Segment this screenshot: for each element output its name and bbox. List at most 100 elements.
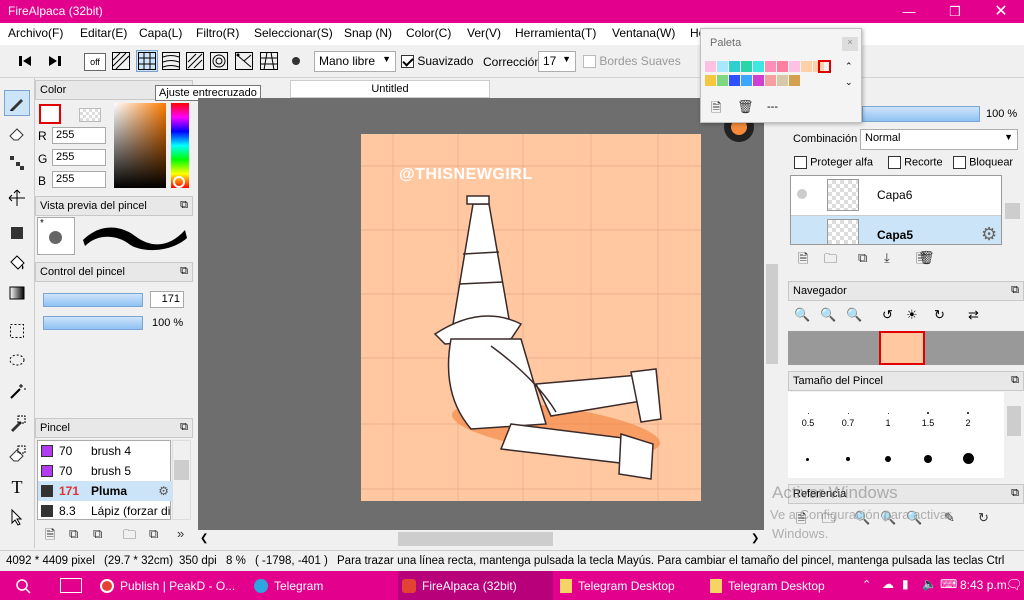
snap-curve-icon[interactable] [160, 50, 182, 72]
smooth-toggle[interactable]: Suavizado [401, 54, 473, 69]
operation-tool-icon[interactable] [4, 504, 30, 530]
taskbar-item-telegram-desktop-1[interactable]: Telegram Desktop [556, 571, 704, 600]
undock-icon[interactable]: ⧉ [1011, 374, 1019, 387]
gradient-tool-icon[interactable] [4, 280, 30, 306]
snap-off-button[interactable]: off [84, 53, 106, 71]
blend-mode-select[interactable]: Normal ▼ [860, 129, 1018, 150]
size-cell-0-5[interactable]: 0.5 [788, 392, 828, 430]
duplicate-layer-icon[interactable]: ⧉ [858, 250, 867, 266]
palette-close-button[interactable]: × [842, 37, 858, 51]
menu-capa[interactable]: Capa(L) [139, 26, 182, 40]
palette-swatch[interactable] [777, 61, 788, 72]
scroll-thumb[interactable] [174, 460, 189, 480]
drawing-canvas[interactable]: @THISNEWGIRL [361, 134, 701, 501]
size-cell-0-7[interactable]: 0.7 [828, 392, 868, 430]
brush-size-slider[interactable] [43, 293, 143, 307]
menu-color[interactable]: Color(C) [406, 26, 451, 40]
g-input[interactable]: 255 [52, 149, 106, 166]
undock-icon[interactable]: ⧉ [180, 265, 188, 278]
size-dot-large[interactable] [806, 458, 809, 461]
new-brush-icon[interactable]: 🗎 [45, 526, 55, 548]
new-layer-icon[interactable]: 🗎 [798, 250, 808, 272]
undock-icon[interactable]: ⧉ [180, 199, 188, 212]
palette-swatch[interactable] [777, 75, 788, 86]
scroll-thumb[interactable] [1005, 203, 1020, 219]
select-eraser-tool-icon[interactable] [4, 441, 30, 467]
folder-icon[interactable]: 🗀 [824, 250, 837, 272]
snap-crosshatch-icon[interactable] [136, 50, 158, 72]
chevron-up-icon[interactable]: ⌃ [845, 61, 853, 72]
brush-item-brush5[interactable]: 70 brush 5 [38, 461, 172, 481]
snap-circle-icon[interactable] [208, 50, 230, 72]
r-input[interactable]: 255 [52, 127, 106, 144]
taskbar-item-telegram-desktop-2[interactable]: Telegram Desktop [706, 571, 854, 600]
copy-brush-icon[interactable]: ⧉ [93, 526, 102, 542]
taskbar-item-telegram[interactable]: Telegram [250, 571, 390, 600]
scroll-right-icon[interactable]: ❯ [751, 533, 759, 544]
merge-down-icon[interactable]: ⤓ [884, 250, 890, 266]
hue-handle[interactable] [173, 176, 185, 188]
palette-swatch[interactable] [729, 75, 740, 86]
palette-swatch[interactable] [801, 61, 812, 72]
maximize-button[interactable]: ❐ [932, 0, 978, 23]
brush-list-scrollbar[interactable] [172, 440, 191, 520]
delete-layer-icon[interactable]: 🗑 [918, 250, 935, 266]
protect-alpha-checkbox[interactable] [794, 156, 807, 169]
size-dot-large[interactable] [924, 455, 932, 463]
palette-swatch[interactable] [765, 61, 776, 72]
visibility-icon[interactable] [797, 189, 807, 199]
zoom-in-icon[interactable]: 🔍 [794, 307, 810, 323]
menu-editar[interactable]: Editar(E) [80, 26, 127, 40]
search-icon[interactable] [14, 577, 34, 594]
transparent-color-swatch[interactable] [79, 108, 101, 122]
zoom-fit-icon[interactable]: 🔍 [846, 307, 862, 323]
lock-checkbox[interactable] [953, 156, 966, 169]
palette-swatch[interactable] [717, 61, 728, 72]
brush-size-scrollbar[interactable] [1005, 392, 1024, 478]
palette-swatch[interactable] [729, 61, 740, 72]
snap-vanishing-icon[interactable] [233, 50, 255, 72]
snap-parallel-icon[interactable] [110, 50, 132, 72]
protect-alpha-toggle[interactable]: Proteger alfa [794, 156, 873, 169]
layer-row-capa5[interactable]: Capa5 ⚙ [791, 216, 1001, 244]
rotate-reset-icon[interactable]: ☀ [906, 307, 918, 323]
size-cell-1[interactable]: 1 [868, 392, 908, 430]
bucket-tool-icon[interactable] [4, 250, 30, 276]
palette-selected-swatch[interactable] [818, 60, 831, 73]
minimize-button[interactable]: — [886, 0, 932, 23]
scroll-left-icon[interactable]: ❮ [200, 533, 208, 544]
delete-palette-icon[interactable]: 🗑 [737, 99, 754, 115]
scroll-thumb[interactable] [766, 264, 778, 364]
draw-mode-select[interactable]: Mano libre ▼ [314, 51, 396, 72]
next-icon[interactable] [44, 50, 66, 72]
palette-swatch[interactable] [753, 61, 764, 72]
prev-icon[interactable] [14, 50, 36, 72]
clipping-checkbox[interactable] [888, 156, 901, 169]
snap-perspective-icon[interactable] [258, 50, 280, 72]
scroll-thumb[interactable] [1007, 406, 1021, 436]
select-pen-tool-icon[interactable] [4, 411, 30, 437]
new-palette-icon[interactable]: 🗎 [711, 99, 721, 121]
soft-edges-toggle[interactable]: Bordes Suaves [583, 54, 681, 69]
eraser-tool-icon[interactable] [4, 120, 30, 146]
rotate-right-icon[interactable]: ↻ [934, 307, 945, 323]
close-button[interactable]: ✕ [978, 0, 1024, 23]
dot-tool-icon[interactable] [4, 150, 30, 176]
color-gradient-picker[interactable] [114, 103, 166, 188]
clipping-toggle[interactable]: Recorte [888, 156, 943, 169]
palette-swatch[interactable] [717, 75, 728, 86]
brush-item-brush4[interactable]: 70 brush 4 [38, 441, 172, 461]
battery-icon[interactable]: ▮ [902, 577, 909, 591]
rotate-icon[interactable]: ↻ [978, 510, 989, 526]
palette-swatch[interactable] [765, 75, 776, 86]
layer-opacity-slider[interactable] [862, 106, 980, 122]
network-icon[interactable]: ☁ [882, 577, 894, 591]
tab-untitled[interactable]: Untitled [290, 80, 490, 98]
menu-seleccionar[interactable]: Seleccionar(S) [254, 26, 333, 40]
undock-icon[interactable]: ⧉ [1011, 284, 1019, 297]
export-brush-icon[interactable]: ⧉ [149, 526, 158, 542]
navigator-viewport[interactable] [879, 331, 925, 365]
taskbar-item-peakd[interactable]: Publish | PeakD - O... [96, 571, 246, 600]
menu-snap[interactable]: Snap (N) [344, 26, 392, 40]
undock-icon[interactable]: ⧉ [180, 421, 188, 434]
